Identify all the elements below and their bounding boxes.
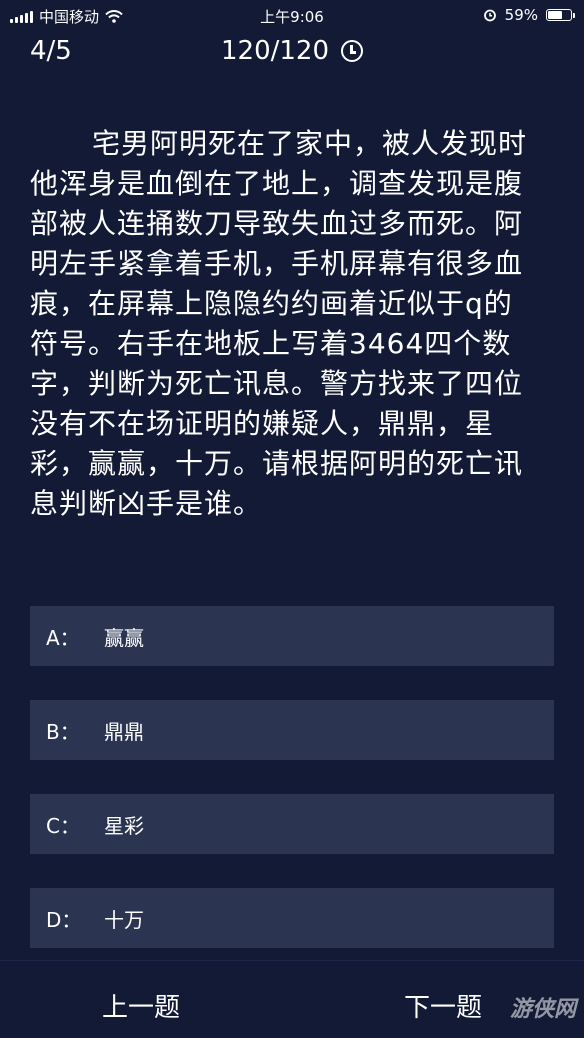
battery-icon [546, 9, 575, 21]
option-letter: B： [46, 719, 80, 744]
prev-question-button[interactable]: 上一题 [102, 987, 180, 1024]
watermark-logo: 游侠网 [509, 997, 576, 1022]
timer: 120/120 [0, 36, 584, 66]
status-bar: 中国移动 上午9:06 59% [0, 0, 584, 32]
option-c[interactable]: C： 星彩 [30, 794, 554, 854]
option-b[interactable]: B： 鼎鼎 [30, 700, 554, 760]
option-d[interactable]: D： 十万 [30, 888, 554, 948]
option-letter: C： [46, 813, 80, 838]
option-letter: A： [46, 625, 80, 650]
next-question-button[interactable]: 下一题 [404, 987, 482, 1024]
option-text: 星彩 [104, 813, 144, 838]
option-text: 赢赢 [104, 625, 144, 650]
bottom-nav: 上一题 下一题 游侠网 [0, 960, 584, 1038]
question-text: 宅男阿明死在了家中，被人发现时他浑身是血倒在了地上，调查发现是腹部被人连捅数刀导… [30, 127, 528, 520]
option-letter: D： [46, 907, 82, 932]
clock-icon [341, 40, 363, 62]
option-text: 鼎鼎 [104, 719, 144, 744]
battery-percent: 59% [504, 6, 538, 24]
quiz-header: 4/5 120/120 [0, 34, 584, 74]
option-text: 十万 [104, 907, 144, 932]
quiz-screen: 中国移动 上午9:06 59% 4/5 120/120 宅男阿明死在了家中，被人… [0, 0, 584, 1038]
timer-value: 120/120 [220, 36, 329, 66]
option-a[interactable]: A： 赢赢 [30, 606, 554, 666]
alarm-icon [483, 9, 496, 22]
status-right: 59% [483, 6, 575, 24]
